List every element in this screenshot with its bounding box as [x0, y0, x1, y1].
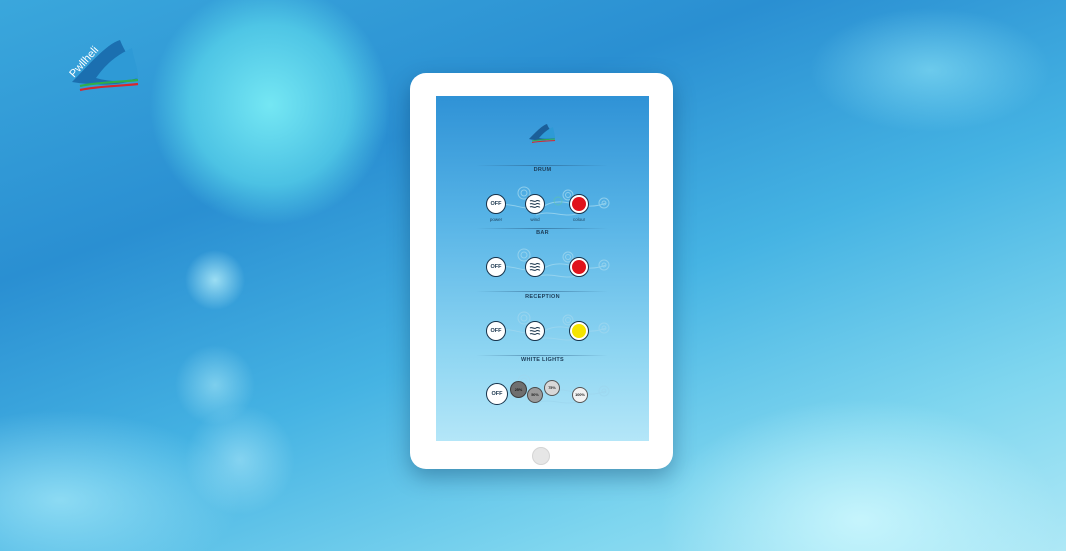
bar-power-button[interactable]: OFF [486, 257, 506, 277]
drum-colour-button[interactable] [569, 194, 589, 214]
section-title-white-lights: WHITE LIGHTS [520, 357, 564, 363]
level-25-button[interactable]: 25% [510, 381, 527, 398]
wind-caption: wind [530, 217, 540, 222]
colour-swatch [572, 260, 586, 274]
wind-icon [529, 262, 541, 271]
reception-wind-button[interactable] [525, 321, 545, 341]
tablet-frame: DRUM OFF power wind colour BAR OFF RECEP… [410, 73, 673, 469]
swirl-decoration [496, 186, 610, 216]
section-title-bar: BAR [536, 230, 549, 236]
level-75-button[interactable]: 75% [544, 380, 560, 396]
home-button[interactable] [532, 447, 550, 465]
white-lights-power-button[interactable]: OFF [486, 383, 508, 405]
section-title-reception: RECEPTION [525, 294, 560, 300]
colour-swatch [572, 197, 586, 211]
screen-logo-icon [529, 124, 556, 143]
colour-caption: colour [572, 217, 586, 222]
wind-icon [529, 199, 541, 208]
reception-colour-button[interactable] [569, 321, 589, 341]
drum-wind-button[interactable] [525, 194, 545, 214]
section-divider [476, 355, 608, 356]
section-divider [476, 291, 608, 292]
bar-colour-button[interactable] [569, 257, 589, 277]
swirl-decoration [496, 311, 610, 341]
brand-logo: Pwllheli [67, 40, 139, 92]
level-50-button[interactable]: 50% [527, 387, 543, 403]
colour-swatch [572, 324, 586, 338]
drum-power-button[interactable]: OFF [486, 194, 506, 214]
bar-wind-button[interactable] [525, 257, 545, 277]
section-title-drum: DRUM [533, 167, 552, 173]
reception-power-button[interactable]: OFF [486, 321, 506, 341]
level-100-button[interactable]: 100% [572, 387, 588, 403]
section-divider [476, 228, 608, 229]
power-caption: power [489, 217, 503, 222]
wind-icon [529, 326, 541, 335]
tablet-screen: DRUM OFF power wind colour BAR OFF RECEP… [436, 96, 649, 441]
section-divider [476, 165, 608, 166]
swirl-decoration [496, 248, 610, 278]
